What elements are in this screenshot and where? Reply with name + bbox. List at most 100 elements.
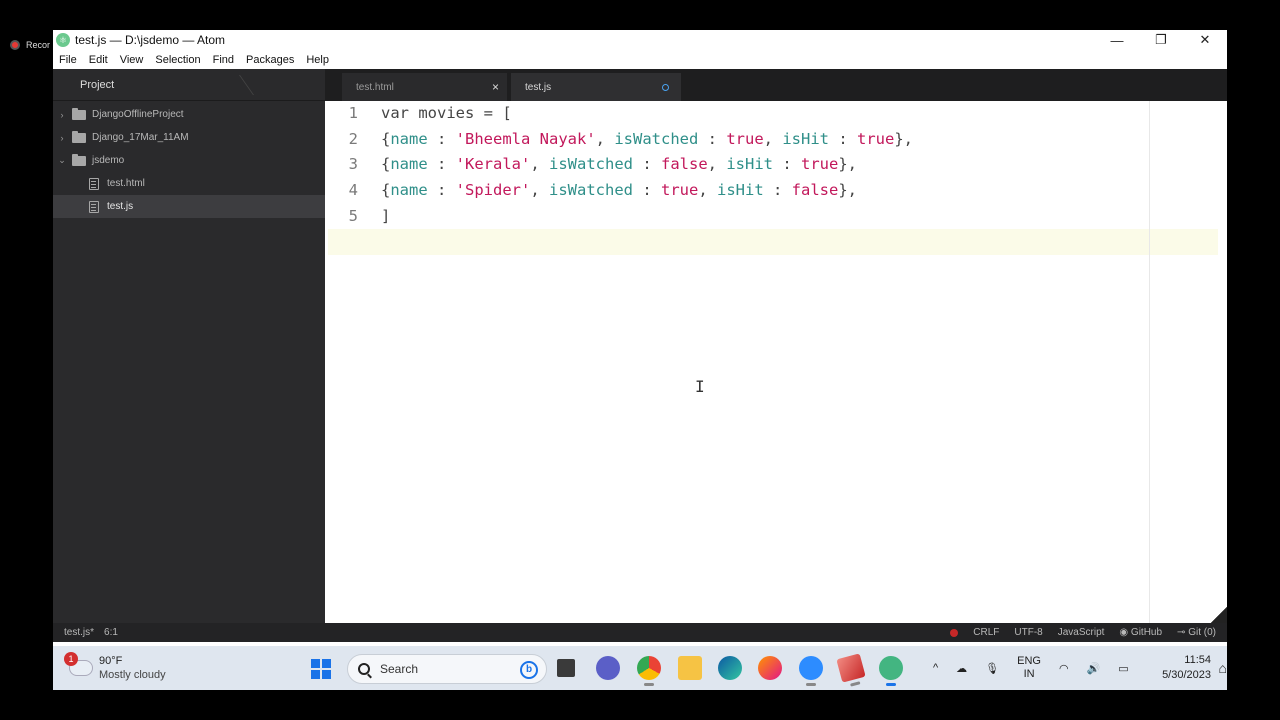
code-token: var movies = [ [381,104,512,122]
edge-icon[interactable] [718,656,742,680]
code-token: { [381,155,391,174]
code-token: 'Kerala' [455,155,531,174]
code-token: : [427,181,456,200]
tree-item-jsdemo[interactable]: ⌄ jsdemo [53,149,325,172]
recorder-indicator: Recor [10,40,50,50]
wifi-icon[interactable]: ◠ [1059,662,1069,675]
restore-button[interactable]: ❐ [1139,30,1183,50]
volume-icon[interactable]: 🔊 [1087,662,1101,675]
code-token: name [390,129,428,148]
chevron-right-icon: › [60,132,64,143]
folder-icon [72,153,86,166]
weather-widget[interactable]: 1 90°F Mostly cloudy [64,652,166,682]
file-explorer-dark-icon[interactable] [557,659,575,677]
github-label: GitHub [1130,627,1163,638]
tree-item-test-js[interactable]: test.js [53,195,325,218]
tab-test-js[interactable]: test.js [511,73,681,101]
language-indicator[interactable]: ENG IN [1017,655,1041,681]
chevron-up-icon[interactable]: ^ [933,662,938,674]
tree-item-test-html[interactable]: test.html [53,172,325,195]
eraser-app-icon[interactable] [836,653,866,687]
tab-test-html[interactable]: test.html × [342,73,507,101]
atom-taskbar-icon[interactable] [879,656,903,686]
code-line[interactable]: {name : 'Bheemla Nayak', isWatched : tru… [381,127,1227,153]
code-token: 'Bheemla Nayak' [455,129,596,148]
chrome-icon[interactable] [637,656,661,686]
line-number: 1 [348,104,358,122]
menu-selection[interactable]: Selection [149,54,206,66]
tab-label: test.js [525,81,552,93]
text-editor[interactable]: 1 2 3 4 5 6 var movies = [{name : 'Bheem… [328,101,1227,623]
teams-icon[interactable] [596,656,620,680]
tree-view-tab[interactable]: Project [53,69,325,101]
status-github[interactable]: ◉ GitHub [1119,627,1162,638]
windows-start-icon[interactable] [311,659,331,679]
line-number-gutter: 1 2 3 4 5 6 [328,101,378,623]
line-number: 4 [348,181,358,200]
code-token: }, [838,155,858,174]
git-icon: ⊸ [1177,627,1186,638]
code-token: : [427,129,456,148]
code-token: { [381,181,391,200]
tree-item-djangoofflineproject[interactable]: › DjangoOfflineProject [53,103,325,126]
clock-time: 11:54 [1184,654,1211,666]
tree-item-django-17mar-11am[interactable]: › Django_17Mar_11AM [53,126,325,149]
system-tray: ^ ☁ 🎙 ENG IN ◠ 🔊 ▭ [933,646,1129,690]
code-token: isHit [782,129,829,148]
status-file-name[interactable]: test.js* [64,627,94,638]
code-token: , [530,155,549,174]
zoom-icon[interactable] [799,656,823,686]
folder-icon[interactable] [678,656,702,680]
windows-taskbar: 1 90°F Mostly cloudy Search b ^ ☁ 🎙 ENG [53,646,1227,690]
code-token: name [390,181,428,200]
onedrive-cloud-icon[interactable]: ☁ [956,662,967,675]
menu-bar: File Edit View Selection Find Packages H… [53,50,1227,69]
menu-help[interactable]: Help [300,54,335,66]
status-grammar[interactable]: JavaScript [1058,627,1105,638]
code-line[interactable]: var movies = [ [381,101,1227,127]
chevron-right-icon: › [60,109,64,120]
bing-icon[interactable]: b [520,661,538,679]
code-line[interactable]: ] [381,204,1227,230]
notification-badge: 1 [64,652,78,666]
code-line[interactable] [328,229,1218,256]
code-line[interactable]: {name : 'Kerala', isWatched : false, isH… [381,152,1227,178]
status-cursor-position[interactable]: 6:1 [104,627,118,638]
code-lines[interactable]: var movies = [{name : 'Bheemla Nayak', i… [328,101,1227,256]
line-number: 2 [348,129,358,148]
code-token: { [381,129,391,148]
battery-icon[interactable]: ▭ [1118,662,1128,675]
close-button[interactable]: ✕ [1183,30,1227,50]
tree-item-label: DjangoOfflineProject [92,109,184,120]
line-number: 5 [348,206,358,225]
status-line-ending[interactable]: CRLF [973,627,999,638]
minimize-button[interactable]: — [1095,30,1139,50]
code-token: , [530,181,549,200]
title-bar: ⚛ test.js — D:\jsdemo — Atom — ❐ ✕ [53,30,1227,50]
status-encoding[interactable]: UTF-8 [1014,627,1042,638]
status-git[interactable]: ⊸ Git (0) [1177,627,1216,638]
code-token: false [661,155,708,174]
language-code: ENG [1017,655,1041,667]
clock[interactable]: 11:54 5/30/2023 [1162,653,1211,683]
weather-temp: 90°F [99,655,123,667]
resize-handle-icon[interactable] [1211,607,1227,623]
code-token: isWatched [549,181,633,200]
menu-packages[interactable]: Packages [240,54,300,66]
microphone-icon[interactable]: 🎙 [985,662,999,675]
taskbar-search[interactable]: Search b [347,654,547,684]
code-token: }, [894,129,913,148]
close-tab-icon[interactable]: × [492,80,499,94]
text-cursor-icon: I [695,377,705,396]
code-line[interactable]: {name : 'Spider', isWatched : true, isHi… [381,178,1227,204]
menu-file[interactable]: File [53,54,83,66]
notification-bell-icon[interactable]: ⌂ [1219,660,1227,676]
menu-edit[interactable]: Edit [83,54,114,66]
menu-view[interactable]: View [114,54,150,66]
status-bar: test.js* 6:1 CRLF UTF-8 JavaScript ◉ Git… [53,623,1227,642]
firefox-icon[interactable] [758,656,782,680]
bug-icon[interactable] [950,628,959,637]
modified-dot-icon[interactable] [662,84,669,91]
menu-find[interactable]: Find [207,54,240,66]
code-token: : [427,155,456,174]
